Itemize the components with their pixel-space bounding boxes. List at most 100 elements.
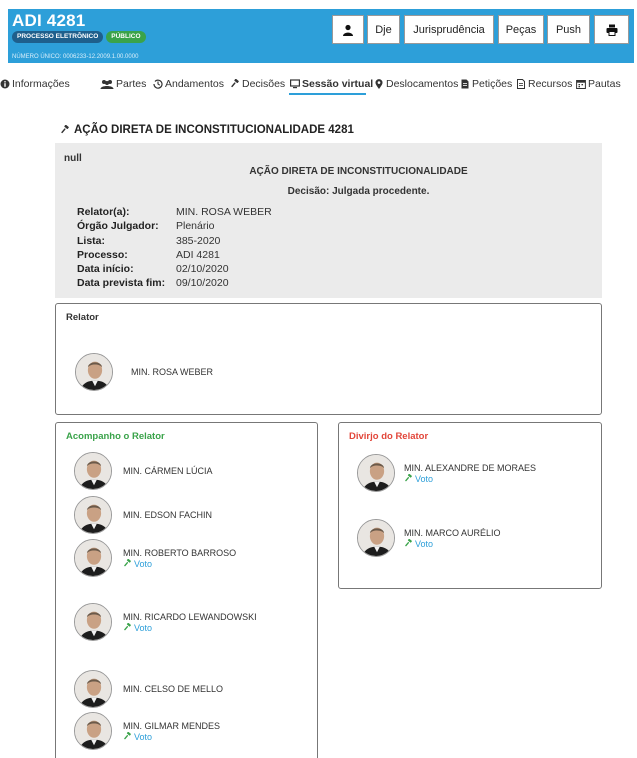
avatar [74, 603, 112, 641]
session-info-box: null AÇÃO DIRETA DE INCONSTITUCIONALIDAD… [55, 143, 602, 298]
info-details: Relator(a): MIN. ROSA WEBER Órgão Julgado… [77, 206, 272, 292]
info-key: Relator(a): [77, 206, 130, 218]
tab-label: Pautas [588, 78, 621, 90]
tab-label: Petições [472, 78, 513, 90]
tab-label: Decisões [242, 78, 286, 90]
minister-card: MIN. CELSO DE MELLO [74, 670, 223, 708]
info-row-data-fim: Data prevista fim: 09/10/2020 [77, 277, 272, 291]
minister-name: MIN. GILMAR MENDES [123, 720, 221, 731]
info-key: Processo: [77, 248, 128, 261]
minister-card: MIN. CÁRMEN LÚCIA [74, 452, 213, 490]
info-value: Plenário [176, 220, 215, 233]
pecas-button[interactable]: Peças [498, 15, 544, 44]
people-icon [100, 79, 114, 89]
minister-name: MIN. ROSA WEBER [131, 366, 214, 377]
minister-card: MIN. MARCO AURÉLIO Voto [357, 519, 501, 557]
divirjo-panel-title: Divirjo do Relator [349, 431, 429, 442]
minister-name: MIN. MARCO AURÉLIO [404, 527, 501, 538]
push-button[interactable]: Push [547, 15, 590, 44]
minister-name: MIN. ALEXANDRE DE MORAES [404, 462, 537, 473]
voto-label: Voto [415, 538, 434, 549]
tab-andamentos[interactable]: Andamentos [153, 78, 224, 90]
minister-name: MIN. EDSON FACHIN [123, 509, 213, 520]
jurisprudencia-button[interactable]: Jurisprudência [404, 15, 494, 44]
gavel-icon [123, 559, 132, 568]
info-value: ADI 4281 [176, 248, 220, 261]
voto-link[interactable]: Voto [123, 732, 220, 742]
voto-link[interactable]: Voto [123, 623, 257, 633]
tab-label: Sessão virtual [302, 78, 374, 90]
minister-info: MIN. MARCO AURÉLIO Voto [404, 528, 501, 549]
info-row-data-inicio: Data início: 02/10/2020 [77, 263, 272, 277]
minister-info: MIN. ROBERTO BARROSO Voto [123, 548, 236, 569]
avatar [357, 454, 395, 492]
divirjo-relator-panel: Divirjo do Relator MIN. ALEXANDRE DE MOR… [338, 422, 602, 589]
tab-label: Informações [12, 78, 70, 90]
tab-label: Recursos [528, 78, 573, 90]
voto-label: Voto [134, 622, 153, 633]
avatar [74, 496, 112, 534]
print-icon [606, 24, 618, 36]
minister-info: MIN. RICARDO LEWANDOWSKI Voto [123, 612, 257, 633]
minister-name: MIN. ROBERTO BARROSO [123, 547, 237, 558]
active-tab-indicator [289, 93, 366, 95]
minister-name: MIN. CELSO DE MELLO [123, 683, 224, 694]
tab-peticoes[interactable]: Petições [460, 78, 512, 90]
info-value: 02/10/2020 [176, 263, 229, 276]
acompanho-panel-title: Acompanho o Relator [66, 431, 165, 442]
location-icon [374, 79, 384, 89]
gavel-icon [230, 79, 240, 89]
gavel-icon [404, 474, 413, 483]
numero-unico: NÚMERO ÚNICO: 0006233-12.2009.1.00.0000 [12, 54, 139, 60]
voto-label: Voto [134, 731, 153, 742]
info-row-relator: Relator(a): MIN. ROSA WEBER [77, 206, 272, 220]
tab-sessao-virtual[interactable]: Sessão virtual [290, 78, 373, 90]
document-icon [460, 79, 470, 89]
gavel-icon [404, 539, 413, 548]
voto-label: Voto [134, 558, 153, 569]
gavel-icon [123, 623, 132, 632]
tab-partes[interactable]: Partes [100, 78, 146, 90]
info-key: Data início: [77, 263, 134, 276]
info-key: Data prevista fim: [77, 277, 166, 290]
minister-card: MIN. GILMAR MENDES Voto [74, 712, 220, 750]
calendar-icon [576, 79, 586, 89]
minister-name: MIN. RICARDO LEWANDOWSKI [123, 611, 257, 622]
info-row-processo: Processo: ADI 4281 [77, 249, 272, 263]
minister-name: MIN. CÁRMEN LÚCIA [123, 465, 213, 476]
gavel-icon [123, 732, 132, 741]
voto-link[interactable]: Voto [404, 474, 536, 484]
minister-card: MIN. ROSA WEBER [75, 353, 213, 391]
voto-link[interactable]: Voto [123, 559, 236, 569]
avatar [74, 539, 112, 577]
avatar [357, 519, 395, 557]
dje-button[interactable]: Dje [367, 15, 400, 44]
info-heading: AÇÃO DIRETA DE INCONSTITUCIONALIDADE [249, 166, 468, 177]
voto-link[interactable]: Voto [404, 539, 501, 549]
tab-recursos[interactable]: Recursos [516, 78, 572, 90]
minister-card: MIN. ROBERTO BARROSO Voto [74, 539, 236, 577]
page-title-text: AÇÃO DIRETA DE INCONSTITUCIONALIDADE 428… [74, 124, 354, 136]
print-button[interactable] [594, 15, 629, 44]
tab-label: Andamentos [165, 78, 224, 90]
tab-informacoes[interactable]: Informações [0, 78, 70, 90]
relator-panel-title: Relator [66, 312, 99, 323]
monitor-icon [290, 79, 300, 89]
tab-label: Partes [116, 78, 147, 90]
minister-card: MIN. ALEXANDRE DE MORAES Voto [357, 454, 536, 492]
tab-deslocamentos[interactable]: Deslocamentos [374, 78, 458, 90]
info-row-orgao: Órgão Julgador: Plenário [77, 220, 272, 234]
user-icon [342, 24, 354, 36]
acompanho-relator-panel: Acompanho o Relator MIN. CÁRMEN LÚCIA MI… [55, 422, 318, 758]
process-header: ADI 4281 PROCESSO ELETRÔNICO PÚBLICO NÚM… [8, 9, 634, 63]
info-icon [0, 79, 10, 89]
tab-decisoes[interactable]: Decisões [230, 78, 285, 90]
info-row-lista: Lista: 385-2020 [77, 235, 272, 249]
tab-pautas[interactable]: Pautas [576, 78, 621, 90]
history-icon [153, 79, 163, 89]
minister-card: MIN. EDSON FACHIN [74, 496, 212, 534]
avatar [74, 712, 112, 750]
user-button[interactable] [332, 15, 364, 44]
badge-publico: PÚBLICO [106, 31, 146, 43]
avatar [74, 670, 112, 708]
